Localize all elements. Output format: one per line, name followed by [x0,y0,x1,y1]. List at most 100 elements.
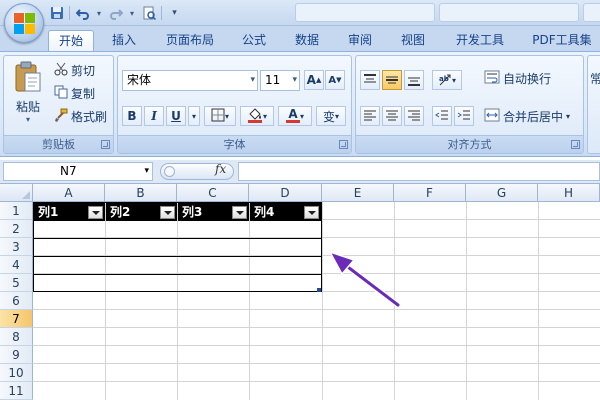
paste-button[interactable]: 粘贴 ▾ [10,60,46,132]
row-header-3[interactable]: 3 [0,238,33,256]
tab-home[interactable]: 开始 [48,30,94,52]
row-header-1[interactable]: 1 [0,202,33,220]
row-header-8[interactable]: 8 [0,328,33,346]
save-icon[interactable] [48,5,65,22]
undo-icon[interactable] [74,5,91,22]
tab-pdf-tools[interactable]: PDF工具集 [527,30,597,52]
row-header-7[interactable]: 7 [0,310,33,328]
filter-dropdown-icon[interactable] [160,206,175,219]
customize-icon[interactable]: ▾ [166,5,183,22]
paste-icon [15,61,41,92]
formula-input[interactable] [238,162,600,181]
chevron-down-icon[interactable]: ▾ [128,5,136,22]
copy-button[interactable]: 复制 [54,85,95,102]
borders-icon [211,108,225,125]
dialog-launcher-icon[interactable] [101,140,110,149]
wrap-text-button[interactable]: 自动换行 [484,70,551,87]
table-header-cell[interactable]: 列1 [34,203,105,221]
row-header-9[interactable]: 9 [0,346,33,364]
cut-label: 剪切 [71,64,96,78]
table-header-cell[interactable]: 列4 [250,203,321,221]
dialog-launcher-icon[interactable] [571,140,580,149]
column-header-e[interactable]: E [322,184,394,202]
filter-dropdown-icon[interactable] [304,206,319,219]
name-box[interactable]: N7 ▾ [3,162,153,181]
filter-dropdown-icon[interactable] [232,206,247,219]
underline-dropdown[interactable]: ▾ [188,106,200,126]
tab-developer[interactable]: 开发工具 [448,30,512,52]
row-header-6[interactable]: 6 [0,292,33,310]
tab-review[interactable]: 审阅 [340,30,380,52]
clipboard-group-label: 剪贴板 [4,135,113,153]
align-right-button[interactable] [404,106,424,126]
column-header-h[interactable]: H [538,184,600,202]
alignment-group-label: 对齐方式 [356,135,583,153]
column-header-a[interactable]: A [33,184,105,202]
merge-center-button[interactable]: 合并后居中 ▾ [484,108,570,125]
document-tab[interactable] [583,3,600,22]
document-tab[interactable] [295,3,435,22]
chevron-down-icon: ▾ [144,166,149,176]
align-bottom-button[interactable] [404,70,424,90]
font-color-button[interactable]: A ▾ [278,106,312,126]
dialog-launcher-icon[interactable] [339,140,348,149]
chevron-down-icon: ▾ [224,111,229,121]
tab-page-layout[interactable]: 页面布局 [158,30,222,52]
office-button[interactable] [4,3,44,43]
row-header-5[interactable]: 5 [0,274,33,292]
filter-dropdown-icon[interactable] [88,206,103,219]
italic-button[interactable]: I [144,106,164,126]
shrink-arrow-icon: ▼ [336,76,342,84]
format-painter-button[interactable]: 格式刷 [54,108,107,125]
align-top-button[interactable] [360,70,380,90]
column-header-d[interactable]: D [249,184,322,202]
column-header-c[interactable]: C [177,184,249,202]
underline-button[interactable]: U [166,106,186,126]
chevron-down-icon: ▾ [299,111,304,121]
align-left-button[interactable] [360,106,380,126]
print-preview-icon[interactable] [140,5,157,22]
increase-indent-button[interactable] [454,106,474,126]
cut-button[interactable]: 剪切 [54,62,95,79]
gridline [33,381,600,382]
group-label-text: 对齐方式 [447,138,492,151]
redo-icon[interactable] [107,5,124,22]
font-name-select[interactable]: 宋体 ▾ [122,70,258,91]
scissors-icon [54,62,68,79]
row-header-11[interactable]: 11 [0,382,33,400]
column-header-b[interactable]: B [105,184,177,202]
column-header-g[interactable]: G [466,184,538,202]
row-header-10[interactable]: 10 [0,364,33,382]
chevron-down-icon[interactable]: ▾ [95,5,103,22]
shrink-font-button[interactable]: A ▼ [325,70,345,90]
font-size-select[interactable]: 11 ▾ [260,70,300,91]
tab-insert[interactable]: 插入 [104,30,144,52]
chevron-down-icon: ▾ [262,111,267,121]
number-format-select[interactable]: 常 [590,70,600,87]
align-bottom-icon [408,77,420,86]
insert-function-icon[interactable]: fx [215,162,226,176]
chevron-down-icon: ▾ [335,111,340,121]
tab-formulas[interactable]: 公式 [236,30,272,52]
tab-view[interactable]: 视图 [393,30,433,52]
title-bar: ▾ ▾ ▾ [0,0,600,26]
borders-button[interactable]: ▾ [204,106,236,126]
table-header-cell[interactable]: 列3 [178,203,249,221]
table-header-cell[interactable]: 列2 [106,203,177,221]
align-middle-button[interactable] [382,70,402,90]
decrease-indent-button[interactable] [432,106,452,126]
select-all-corner[interactable] [0,184,33,202]
grow-font-button[interactable]: A ▲ [304,70,324,90]
fill-color-button[interactable]: ▾ [240,106,274,126]
row-header-2[interactable]: 2 [0,220,33,238]
align-center-button[interactable] [382,106,402,126]
bold-button[interactable]: B [122,106,142,126]
group-label-text: 剪贴板 [42,138,75,151]
row-header-4[interactable]: 4 [0,256,33,274]
tab-data[interactable]: 数据 [287,30,327,52]
orientation-button[interactable]: ab ▾ [432,70,462,90]
column-header-f[interactable]: F [394,184,466,202]
align-right-icon [408,110,420,121]
document-tab[interactable] [439,3,579,22]
phonetic-guide-button[interactable]: 变 ▾ [316,106,346,126]
